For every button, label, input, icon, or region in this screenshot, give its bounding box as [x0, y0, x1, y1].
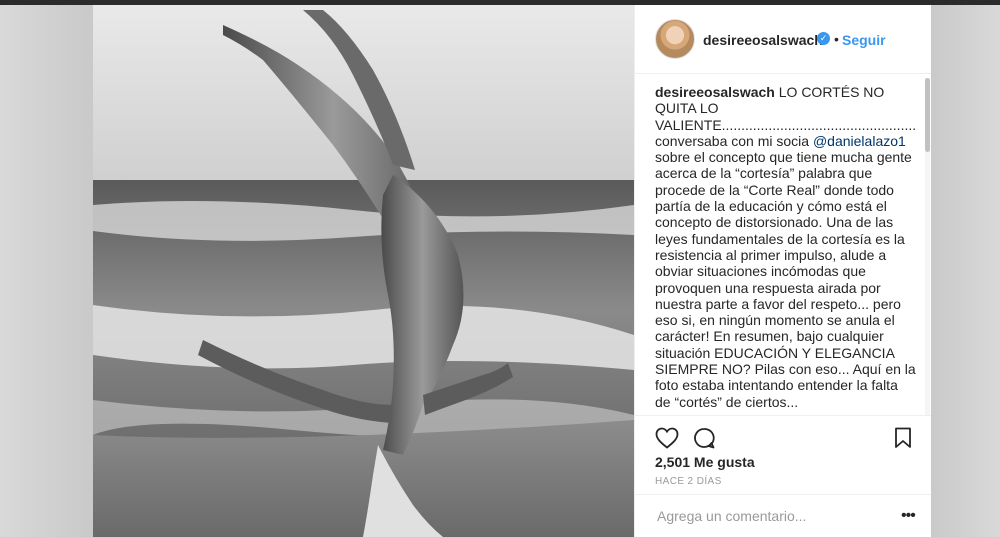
heart-icon[interactable] [655, 427, 679, 454]
post-actions [635, 415, 931, 456]
post-side-panel: desireeosalswach ✓ • Seguir desireeosals… [634, 5, 931, 537]
caption-text-end: sobre el concepto que tiene mucha gente … [655, 149, 916, 410]
avatar[interactable] [655, 19, 695, 59]
follow-button[interactable]: Seguir [842, 32, 886, 48]
caption-username[interactable]: desireeosalswach [655, 84, 775, 100]
likes-count[interactable]: 2,501 Me gusta [655, 454, 755, 470]
backdrop-left [0, 5, 93, 537]
separator-dot: • [834, 31, 839, 47]
bookmark-icon[interactable] [894, 427, 912, 454]
post-photo[interactable] [93, 5, 634, 537]
caption-mention[interactable]: @danielalazo1 [813, 133, 906, 149]
post-photo-image [93, 5, 634, 537]
caption-scrollbar[interactable] [925, 78, 930, 415]
comment-box: ••• [635, 494, 931, 538]
post-time[interactable]: HACE 2 DÍAS [655, 476, 722, 487]
comment-input[interactable] [655, 505, 879, 527]
more-options-icon[interactable]: ••• [901, 507, 916, 525]
caption: desireeosalswach LO CORTÉS NO QUITA LO V… [655, 84, 917, 415]
post-header: desireeosalswach ✓ • Seguir [635, 5, 931, 74]
verified-badge-icon: ✓ [817, 32, 830, 45]
backdrop-right [930, 5, 1000, 537]
comment-icon[interactable] [693, 427, 715, 454]
post-username[interactable]: desireeosalswach [703, 32, 823, 48]
scrollbar-thumb[interactable] [925, 78, 930, 152]
